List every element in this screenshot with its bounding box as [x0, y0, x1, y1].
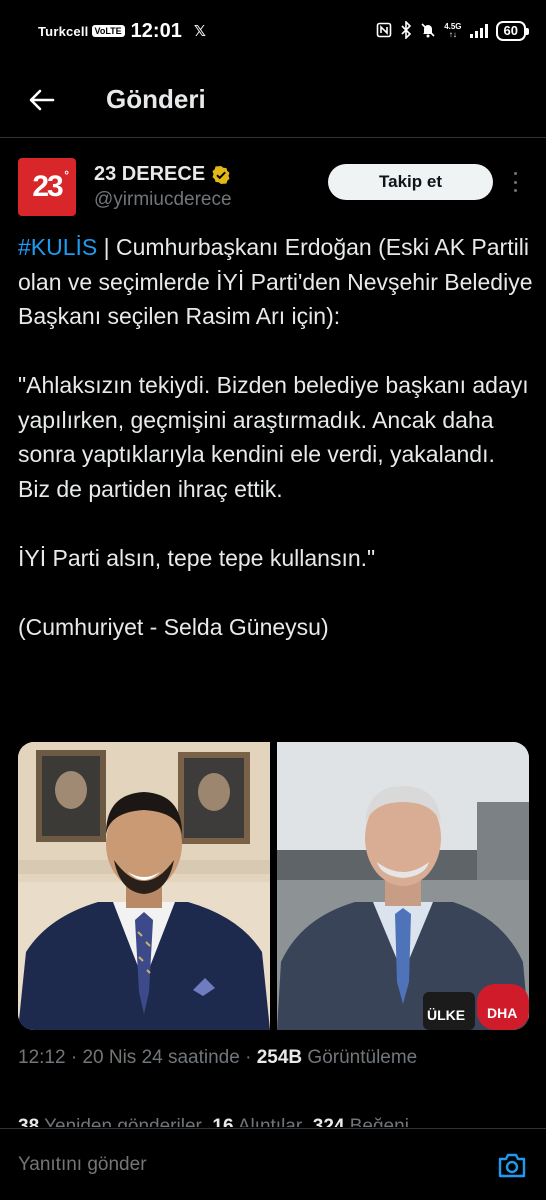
author-handle[interactable]: @yirmiucderece	[94, 189, 232, 211]
verified-badge-icon	[212, 165, 230, 184]
post-date: 20 Nis 24 saatinde	[82, 1047, 240, 1068]
post-paragraph-1: #KULİS | Cumhurbaşkanı Erdoğan (Eski AK …	[18, 234, 533, 329]
arrow-left-icon	[29, 89, 55, 110]
avatar-degree: °	[64, 168, 69, 182]
author-display-name[interactable]: 23 DERECE	[94, 163, 232, 186]
back-button[interactable]	[22, 80, 62, 120]
more-options-icon[interactable]	[508, 169, 522, 195]
reposts-count: 38	[18, 1116, 40, 1127]
post-media: ÜLKE DHA	[18, 742, 529, 1030]
carrier-name: Turkcell	[38, 23, 89, 39]
volte-badge: VoLTE	[91, 25, 125, 37]
hashtag-link[interactable]: #KULİS	[18, 234, 97, 260]
post-paragraph-2: "Ahlaksızın tekiydi. Bizden belediye baş…	[18, 372, 529, 502]
signal-icon	[469, 24, 488, 38]
nfc-icon	[376, 22, 392, 41]
views-label: Görüntüleme	[302, 1047, 418, 1068]
post-text: #KULİS | Cumhurbaşkanı Erdoğan (Eski AK …	[18, 230, 533, 644]
avatar[interactable]: 23 °	[18, 158, 76, 216]
views-count: 254B	[256, 1047, 303, 1068]
photo-left-man-in-suit[interactable]	[18, 742, 270, 1030]
bluetooth-icon	[400, 19, 412, 42]
display-name-text: 23 DERECE	[94, 163, 206, 185]
post-author-row: 23 ° 23 DERECE @yirmiucderece Takip et	[18, 157, 528, 217]
post-stats[interactable]: 38 Yeniden gönderiler 16 Alıntılar 324 B…	[18, 1115, 409, 1127]
status-bar: Turkcell VoLTE 12:01 𝕏 4.5G ↑↓ 60	[0, 0, 546, 62]
follow-button[interactable]: Takip et	[328, 164, 493, 200]
post-meta: 12:12 · 20 Nis 24 saatinde · 254B Görünt…	[18, 1047, 418, 1068]
microphone-label-2: DHA	[487, 1005, 517, 1021]
status-time: 12:01	[130, 19, 182, 42]
quotes-count: 16	[212, 1116, 234, 1127]
mute-bell-icon	[420, 22, 436, 41]
likes-count: 324	[312, 1116, 345, 1127]
post-paragraph-3: İYİ Parti alsın, tepe tepe kullansın."	[18, 544, 376, 571]
photo-right-erdogan[interactable]: ÜLKE DHA	[277, 742, 529, 1030]
microphone-label-1: ÜLKE	[427, 1007, 465, 1023]
x-notification-icon: 𝕏	[193, 23, 206, 40]
post-paragraph-4: (Cumhuriyet - Selda Güneysu)	[18, 613, 329, 640]
camera-icon[interactable]	[496, 1149, 528, 1181]
reply-bar	[0, 1128, 546, 1200]
page-title: Gönderi	[106, 84, 206, 114]
network-type: 4.5G ↑↓	[444, 22, 462, 39]
author-names: 23 DERECE @yirmiucderece	[94, 163, 232, 211]
reply-input[interactable]	[18, 1153, 496, 1176]
post-time: 12:12	[18, 1047, 66, 1068]
status-icons: 4.5G ↑↓ 60	[376, 19, 530, 42]
battery-icon: 60	[495, 21, 530, 41]
avatar-text: 23	[32, 170, 63, 203]
app-header: Gönderi	[0, 62, 546, 138]
